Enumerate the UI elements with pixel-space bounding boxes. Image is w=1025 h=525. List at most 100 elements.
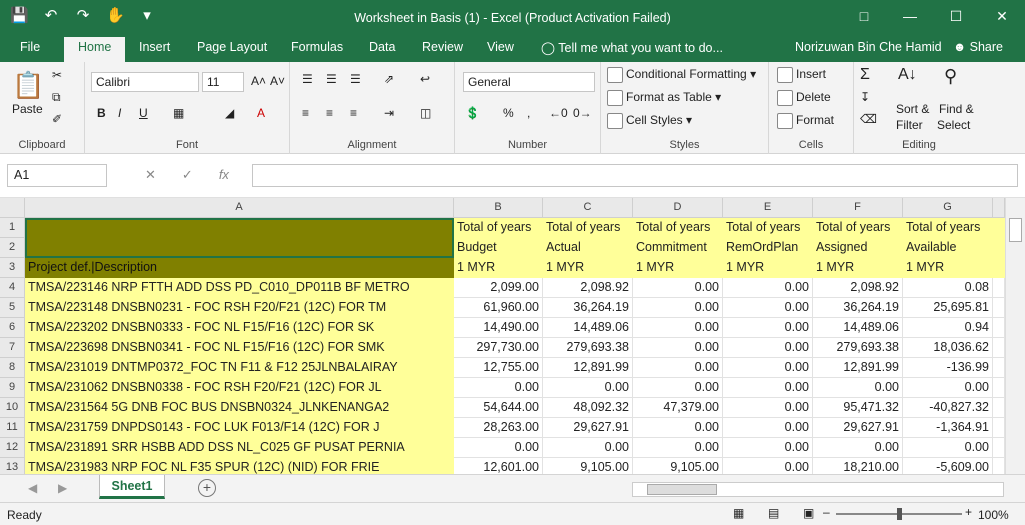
column-header-partial[interactable]	[993, 198, 1005, 218]
user-name[interactable]: Norizuwan Bin Che Hamid	[795, 40, 942, 54]
bottom-align-icon[interactable]: ☰	[350, 72, 361, 86]
tab-formulas[interactable]: Formulas	[291, 40, 343, 54]
project-cell[interactable]: TMSA/231983 NRP FOC NL F35 SPUR (12C) (N…	[25, 458, 454, 474]
value-cell[interactable]: 0.00	[633, 418, 723, 438]
share-button[interactable]: ☻ Share	[953, 40, 1003, 54]
project-cell[interactable]: TMSA/231759 DNPDS0143 - FOC LUK F013/F14…	[25, 418, 454, 438]
row-header[interactable]: 9	[0, 378, 25, 398]
copy-icon[interactable]: ⧉	[52, 90, 61, 105]
column-header[interactable]: A	[25, 198, 454, 218]
underline-icon[interactable]: U	[139, 106, 148, 120]
value-cell[interactable]: 47,379.00	[633, 398, 723, 418]
fill-color-icon[interactable]: ◢	[225, 106, 234, 120]
decrease-decimal-icon[interactable]: 0→	[573, 106, 592, 120]
header-fill-a1[interactable]	[25, 218, 454, 258]
value-cell[interactable]: 29,627.91	[543, 418, 633, 438]
bold-icon[interactable]: B	[97, 106, 106, 120]
project-cell[interactable]: TMSA/231891 SRR HSBB ADD DSS NL_C025 GF …	[25, 438, 454, 458]
value-cell-partial[interactable]	[993, 418, 1005, 438]
font-color-icon[interactable]: A	[257, 106, 265, 120]
row-header[interactable]: 1	[0, 218, 25, 238]
project-cell[interactable]: TMSA/231019 DNTMP0372_FOC TN F11 & F12 2…	[25, 358, 454, 378]
value-cell[interactable]: 48,092.32	[543, 398, 633, 418]
increase-decimal-icon[interactable]: ←0	[549, 106, 568, 120]
clear-icon[interactable]: ⌫	[860, 112, 877, 126]
value-cell-partial[interactable]	[993, 358, 1005, 378]
prev-sheet-icon[interactable]: ◀	[28, 481, 37, 495]
horizontal-scroll-thumb[interactable]	[647, 484, 717, 495]
align-left-icon[interactable]: ≡	[302, 106, 309, 120]
value-cell[interactable]: 0.94	[903, 318, 993, 338]
value-cell[interactable]: 0.00	[543, 378, 633, 398]
value-cell[interactable]: 0.00	[723, 298, 813, 318]
shrink-font-icon[interactable]: A˅	[270, 74, 285, 88]
value-cell[interactable]: 0.00	[633, 378, 723, 398]
project-cell[interactable]: TMSA/223698 DNSBN0341 - FOC NL F15/F16 (…	[25, 338, 454, 358]
column-header[interactable]: F	[813, 198, 903, 218]
format-painter-icon[interactable]: ✐	[52, 112, 62, 126]
tab-page-layout[interactable]: Page Layout	[197, 40, 267, 54]
value-cell[interactable]: 12,601.00	[454, 458, 543, 474]
align-center-icon[interactable]: ≡	[326, 106, 333, 120]
value-cell[interactable]: 0.00	[723, 418, 813, 438]
tab-review[interactable]: Review	[422, 40, 463, 54]
sort-filter-icon[interactable]: A↓	[898, 66, 917, 84]
autosum-icon[interactable]: Σ	[860, 66, 870, 84]
column-header[interactable]: G	[903, 198, 993, 218]
value-cell[interactable]: 0.00	[454, 378, 543, 398]
value-cell[interactable]: 0.08	[903, 278, 993, 298]
value-cell[interactable]: 0.00	[633, 338, 723, 358]
project-cell[interactable]: TMSA/223202 DNSBN0333 - FOC NL F15/F16 (…	[25, 318, 454, 338]
value-cell-partial[interactable]	[993, 378, 1005, 398]
row-header[interactable]: 4	[0, 278, 25, 298]
value-cell[interactable]: 0.00	[454, 438, 543, 458]
wrap-text-icon[interactable]: ↩	[420, 72, 430, 86]
value-cell[interactable]: 279,693.38	[813, 338, 903, 358]
value-cell[interactable]: 0.00	[723, 438, 813, 458]
find-select-label[interactable]: Find &	[939, 102, 974, 116]
value-cell[interactable]: 28,263.00	[454, 418, 543, 438]
currency-icon[interactable]: 💲	[465, 106, 480, 120]
column-header[interactable]: C	[543, 198, 633, 218]
project-cell[interactable]: TMSA/223148 DNSBN0231 - FOC RSH F20/F21 …	[25, 298, 454, 318]
value-cell[interactable]: 0.00	[633, 298, 723, 318]
select-all-corner[interactable]	[0, 198, 25, 218]
worksheet-grid[interactable]: A B C D E F G 1 2 3 4 5 6 7 8 9 10 11 12 13 Project def.|Des…	[0, 198, 1005, 474]
value-cell[interactable]: -1,364.91	[903, 418, 993, 438]
value-cell[interactable]: 0.00	[633, 318, 723, 338]
value-cell[interactable]: 0.00	[633, 278, 723, 298]
value-cell[interactable]: 2,099.00	[454, 278, 543, 298]
comma-icon[interactable]: ,	[527, 106, 530, 120]
borders-icon[interactable]: ▦	[173, 106, 184, 120]
filter-label[interactable]: Filter	[896, 118, 923, 132]
value-cell[interactable]: 0.00	[723, 358, 813, 378]
value-cell[interactable]: 0.00	[813, 378, 903, 398]
merge-center-icon[interactable]: ◫	[420, 106, 431, 120]
value-cell-partial[interactable]	[993, 398, 1005, 418]
value-cell[interactable]: -136.99	[903, 358, 993, 378]
value-cell-partial[interactable]	[993, 298, 1005, 318]
tell-me-box[interactable]: ◯ Tell me what you want to do...	[541, 40, 723, 55]
value-cell[interactable]: 36,264.19	[813, 298, 903, 318]
close-icon[interactable]: ✕	[979, 0, 1025, 32]
tab-view[interactable]: View	[487, 40, 514, 54]
zoom-in-icon[interactable]: +	[965, 505, 972, 519]
conditional-formatting-button[interactable]: Conditional Formatting ▾	[607, 67, 756, 83]
value-cell[interactable]: 0.00	[543, 438, 633, 458]
align-right-icon[interactable]: ≡	[350, 106, 357, 120]
number-format-select[interactable]: General	[463, 72, 595, 92]
value-cell[interactable]: 0.00	[633, 358, 723, 378]
horizontal-scrollbar[interactable]	[632, 482, 1004, 497]
value-cell[interactable]: 9,105.00	[543, 458, 633, 474]
value-cell[interactable]: 14,489.06	[813, 318, 903, 338]
value-cell[interactable]: 25,695.81	[903, 298, 993, 318]
value-cell-partial[interactable]	[993, 458, 1005, 474]
project-cell[interactable]: TMSA/231062 DNSBN0338 - FOC RSH F20/F21 …	[25, 378, 454, 398]
value-cell[interactable]: 12,891.99	[813, 358, 903, 378]
value-cell[interactable]: -40,827.32	[903, 398, 993, 418]
middle-align-icon[interactable]: ☰	[326, 72, 337, 86]
value-cell[interactable]: 0.00	[633, 438, 723, 458]
enter-icon[interactable]: ✓	[182, 167, 193, 183]
value-cell[interactable]: 12,891.99	[543, 358, 633, 378]
row-header[interactable]: 8	[0, 358, 25, 378]
